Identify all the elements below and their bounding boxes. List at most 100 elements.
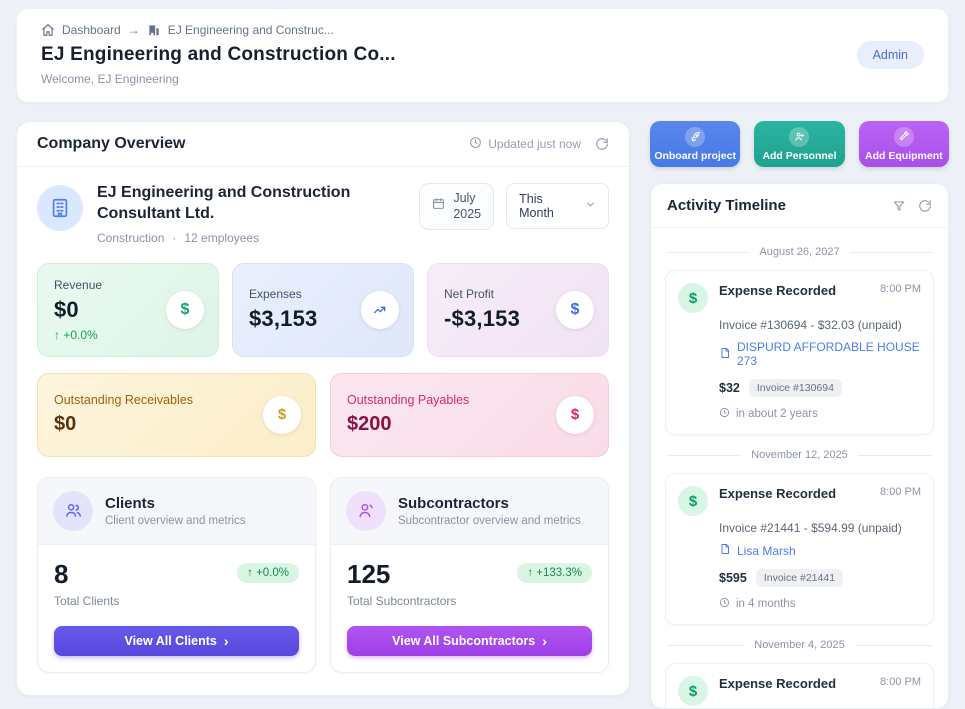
period-value: This Month (519, 192, 575, 220)
subcontractors-change-badge: ↑ +133.3% (517, 563, 592, 583)
payables-label: Outstanding Payables (347, 393, 592, 407)
net-profit-content: Net Profit -$3,153 (444, 287, 520, 332)
breadcrumb-dashboard[interactable]: Dashboard (62, 23, 121, 37)
chevron-down-icon (585, 199, 596, 213)
entry-due-label: in 4 months (736, 598, 795, 610)
revenue-change: ↑ +0.0% (54, 328, 102, 342)
company-employees: 12 employees (184, 231, 259, 245)
entry-time: 8:00 PM (880, 486, 921, 498)
clock-icon (719, 407, 730, 421)
wrench-icon (894, 127, 914, 147)
entry-due: in about 2 years (719, 407, 921, 421)
add-equipment-label: Add Equipment (865, 150, 943, 162)
trending-up-icon (361, 291, 399, 329)
entry-title: Expense Recorded (719, 283, 836, 298)
refresh-icon[interactable] (918, 199, 932, 213)
users-icon (53, 491, 93, 531)
clients-stats: 8 ↑ +0.0% (54, 559, 299, 590)
company-industry: Construction (97, 231, 164, 245)
dollar-icon: $ (678, 283, 708, 313)
date-month: July (453, 191, 475, 205)
clients-count-label: Total Clients (54, 594, 299, 608)
clients-subtitle: Client overview and metrics (105, 515, 246, 527)
expenses-card: Expenses $3,153 (232, 263, 414, 357)
overview-title: Company Overview (37, 135, 186, 153)
expenses-content: Expenses $3,153 (249, 287, 318, 332)
dollar-icon: $ (556, 291, 594, 329)
breadcrumb-current[interactable]: EJ Engineering and Construc... (168, 23, 334, 37)
add-equipment-button[interactable]: Add Equipment (859, 121, 949, 167)
entry-header: $ Expense Recorded 8:00 PM (678, 283, 921, 313)
subcontractors-card-header: Subcontractors Subcontractor overview an… (331, 478, 608, 545)
page-header: Dashboard → EJ Engineering and Construc.… (16, 8, 949, 103)
company-info: EJ Engineering and Construction Consulta… (97, 183, 405, 245)
net-profit-value: -$3,153 (444, 306, 520, 332)
right-column: Onboard project Add Personnel Add Equipm… (650, 121, 949, 709)
subcontractors-stats: 125 ↑ +133.3% (347, 559, 592, 590)
view-all-clients-label: View All Clients (124, 634, 216, 648)
timeline-header: Activity Timeline (651, 184, 948, 228)
quick-actions: Onboard project Add Personnel Add Equipm… (650, 121, 949, 167)
company-name: EJ Engineering and Construction Consulta… (97, 183, 405, 225)
entry-link[interactable]: DISPURD AFFORDABLE HOUSE 273 (719, 340, 921, 368)
dollar-icon: $ (263, 396, 301, 434)
meta-dot: · (172, 231, 176, 245)
entry-time: 8:00 PM (880, 676, 921, 688)
date-value: July 2025 (453, 190, 481, 223)
subcontractors-card: Subcontractors Subcontractor overview an… (330, 477, 609, 673)
entry-invoice-badge: Invoice #21441 (756, 569, 843, 587)
outstanding-cards: Outstanding Receivables $0 $ Outstanding… (37, 373, 609, 457)
filter-icon[interactable] (892, 199, 906, 213)
expenses-value: $3,153 (249, 306, 318, 332)
entry-invoice-badge: Invoice #130694 (749, 379, 842, 397)
onboard-project-label: Onboard project (654, 150, 736, 162)
period-select[interactable]: This Month (506, 183, 609, 229)
entry-amount-row: $32 Invoice #130694 (719, 379, 921, 397)
calendar-icon (432, 197, 445, 215)
dashboard-page: Dashboard → EJ Engineering and Construc.… (0, 0, 965, 709)
entry-link[interactable]: Lisa Marsh (719, 543, 921, 558)
clients-heading: Clients Client overview and metrics (105, 495, 246, 527)
subcontractors-count-label: Total Subcontractors (347, 594, 592, 608)
onboard-project-button[interactable]: Onboard project (650, 121, 740, 167)
add-personnel-button[interactable]: Add Personnel (754, 121, 844, 167)
rocket-icon (685, 127, 705, 147)
file-icon (719, 347, 731, 362)
entry-amount: $32 (719, 381, 740, 395)
view-all-subcontractors-button[interactable]: View All Subcontractors › (347, 626, 592, 656)
entry-title: Expense Recorded (719, 486, 836, 501)
timeline-date-divider: August 26, 2027 (667, 246, 932, 258)
entry-link-label: Lisa Marsh (737, 544, 796, 558)
clients-count: 8 (54, 559, 68, 590)
main-content: Company Overview Updated just now EJ Eng… (16, 121, 949, 709)
activity-timeline-panel: Activity Timeline August 26, 2027 $ Expe… (650, 183, 949, 709)
subcontractors-card-body: 125 ↑ +133.3% Total Subcontractors View … (331, 545, 608, 672)
net-profit-label: Net Profit (444, 287, 520, 301)
entry-detail: Invoice #21441 - $594.99 (unpaid) (719, 521, 921, 535)
add-personnel-label: Add Personnel (762, 150, 836, 162)
home-icon (41, 23, 55, 37)
view-all-subcontractors-label: View All Subcontractors (392, 634, 535, 648)
entry-title: Expense Recorded (719, 676, 836, 691)
clients-change-badge: ↑ +0.0% (237, 563, 299, 583)
refresh-icon[interactable] (595, 137, 609, 151)
subcontractors-subtitle: Subcontractor overview and metrics (398, 515, 581, 527)
company-summary: EJ Engineering and Construction Consulta… (37, 183, 609, 245)
user-icon (346, 491, 386, 531)
timeline-entry: $ Expense Recorded 8:00 PM Invoice #2144… (665, 473, 934, 625)
company-meta: Construction · 12 employees (97, 231, 405, 245)
company-building-icon (37, 185, 83, 231)
clients-card: Clients Client overview and metrics 8 ↑ … (37, 477, 316, 673)
clients-card-header: Clients Client overview and metrics (38, 478, 315, 545)
overview-body: EJ Engineering and Construction Consulta… (17, 167, 629, 691)
page-title: EJ Engineering and Construction Co... (41, 44, 396, 66)
company-overview-panel: Company Overview Updated just now EJ Eng… (16, 121, 630, 696)
chevron-right-icon: › (224, 633, 229, 649)
receivables-label: Outstanding Receivables (54, 393, 299, 407)
view-all-clients-button[interactable]: View All Clients › (54, 626, 299, 656)
dollar-icon: $ (678, 676, 708, 706)
file-icon (719, 543, 731, 558)
role-badge: Admin (857, 41, 924, 69)
date-picker[interactable]: July 2025 (419, 183, 494, 230)
breadcrumb: Dashboard → EJ Engineering and Construc.… (41, 23, 396, 37)
